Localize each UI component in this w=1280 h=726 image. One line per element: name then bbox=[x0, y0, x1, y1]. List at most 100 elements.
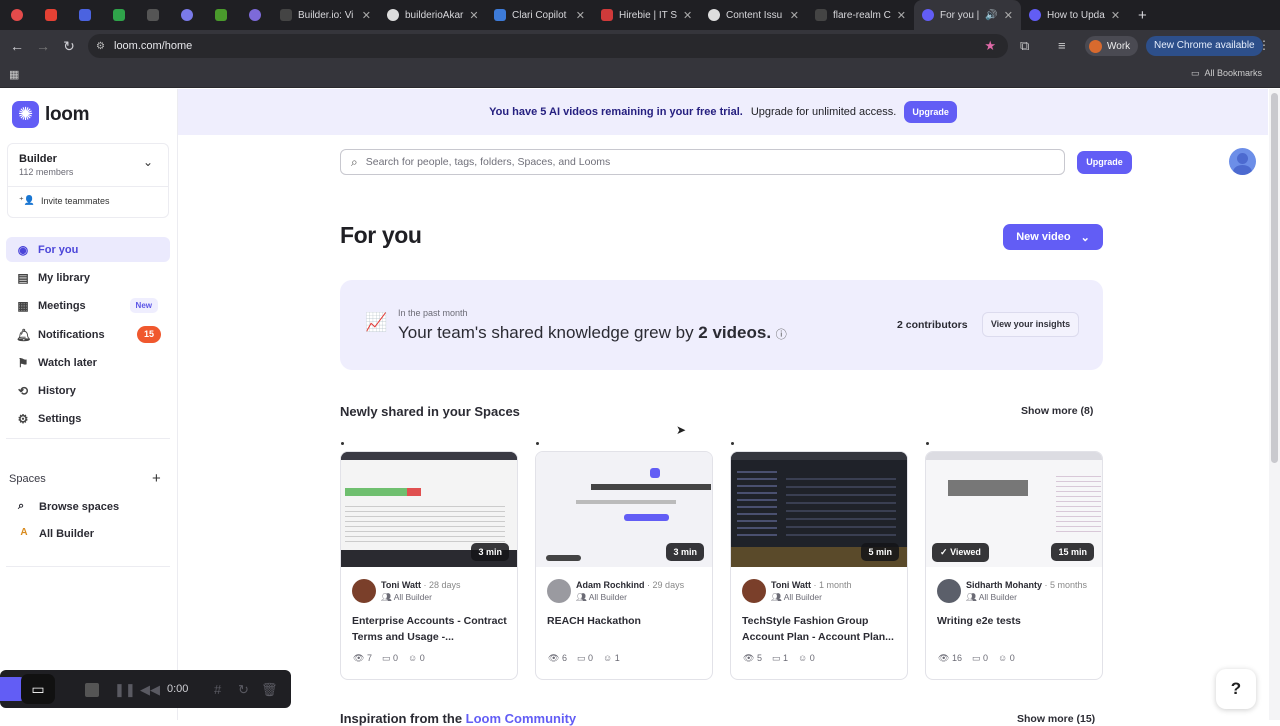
video-card[interactable]: 3 min Adam Rochkind · 29 days 👥︎ All Bui… bbox=[535, 451, 713, 680]
loom-community-link[interactable]: Loom Community bbox=[466, 711, 577, 726]
add-space-icon[interactable]: + bbox=[152, 470, 161, 487]
tab-clari[interactable]: Clari Copilot ✕ bbox=[486, 0, 593, 30]
camera-icon[interactable]: ▭ bbox=[21, 674, 55, 704]
video-card[interactable]: 3 min Toni Watt · 28 days 👥︎ All Builder… bbox=[340, 451, 518, 680]
tab-pinned-2[interactable] bbox=[34, 0, 68, 30]
show-more-button[interactable]: Show more (8) bbox=[1021, 405, 1093, 417]
card-checkbox[interactable] bbox=[731, 442, 734, 445]
card-title[interactable]: TechStyle Fashion Group Account Plan - A… bbox=[742, 613, 900, 645]
tab-close-icon[interactable]: ✕ bbox=[897, 9, 906, 22]
tab-github[interactable]: builderioAkar ✕ bbox=[379, 0, 486, 30]
back-arrow-icon[interactable]: ← bbox=[4, 38, 30, 54]
speaker-icon[interactable]: 🔊 bbox=[985, 10, 997, 21]
video-card[interactable]: 5 min Toni Watt · 1 month 👥︎ All Builder… bbox=[730, 451, 908, 680]
grid-icon[interactable]: # bbox=[214, 682, 221, 697]
extensions-icon[interactable]: ⧉ bbox=[1020, 38, 1029, 54]
tab-close-icon[interactable]: ✕ bbox=[362, 9, 371, 22]
tab-pinned-5[interactable] bbox=[136, 0, 170, 30]
loom-logo[interactable]: ✺ loom bbox=[12, 101, 89, 128]
invite-teammates-button[interactable]: ⁺👤 Invite teammates bbox=[19, 195, 110, 206]
tab-builder-io[interactable]: Builder.io: Vi ✕ bbox=[272, 0, 379, 30]
tab-how-to-update[interactable]: How to Upda ✕ bbox=[1021, 0, 1128, 30]
tab-pinned-3[interactable] bbox=[68, 0, 102, 30]
space-all-builder[interactable]: A All Builder bbox=[18, 527, 94, 541]
show-more-inspiration-button[interactable]: Show more (15) bbox=[1017, 713, 1095, 725]
tab-for-you[interactable]: For you | 🔊 ✕ bbox=[914, 0, 1021, 30]
trash-icon[interactable]: 🗑︎ bbox=[261, 682, 278, 698]
space-name[interactable]: All Builder bbox=[784, 592, 822, 602]
help-button[interactable]: ? bbox=[1216, 669, 1256, 709]
views-stat: 👁︎ 16 bbox=[938, 653, 962, 663]
sidebar-item-my-library[interactable]: ▤ My library bbox=[6, 265, 170, 290]
tab-close-icon[interactable]: ✕ bbox=[790, 9, 799, 22]
tab-pinned-6[interactable] bbox=[170, 0, 204, 30]
author-name[interactable]: Toni Watt bbox=[381, 580, 421, 590]
view-insights-button[interactable]: View your insights bbox=[982, 312, 1079, 337]
chrome-update-button[interactable]: New Chrome available bbox=[1146, 36, 1263, 56]
video-card[interactable]: ✓ Viewed 15 min Sidharth Mohanty · 5 mon… bbox=[925, 451, 1103, 680]
menu-kebab-icon[interactable]: ⋮ bbox=[1258, 38, 1270, 52]
video-thumbnail[interactable]: 3 min bbox=[341, 452, 517, 567]
restart-icon[interactable]: ↻ bbox=[238, 682, 249, 698]
rewind-icon[interactable]: ◀◀ bbox=[140, 682, 160, 698]
sidebar-item-watch-later[interactable]: ⚑ Watch later bbox=[6, 350, 170, 375]
upgrade-button[interactable]: Upgrade bbox=[1077, 151, 1132, 174]
sidebar-item-for-you[interactable]: ◉ For you bbox=[6, 237, 170, 262]
tab-close-icon[interactable]: ✕ bbox=[469, 9, 478, 22]
all-bookmarks-button[interactable]: ▭ All Bookmarks bbox=[1191, 68, 1262, 79]
tab-flare-realm[interactable]: flare-realm C ✕ bbox=[807, 0, 914, 30]
tab-close-icon[interactable]: ✕ bbox=[683, 9, 692, 22]
scrollbar[interactable] bbox=[1269, 89, 1280, 720]
tab-hirebie[interactable]: Hirebie | IT S ✕ bbox=[593, 0, 700, 30]
new-tab-button[interactable]: + bbox=[1128, 0, 1157, 30]
site-info-icon[interactable]: ⚙ bbox=[96, 41, 105, 52]
stop-icon[interactable] bbox=[85, 683, 99, 697]
browse-spaces-item[interactable]: ⌕ Browse spaces bbox=[18, 500, 119, 513]
card-title[interactable]: Writing e2e tests bbox=[937, 613, 1095, 629]
card-checkbox[interactable] bbox=[341, 442, 344, 445]
card-title[interactable]: Enterprise Accounts - Contract Terms and… bbox=[352, 613, 510, 645]
video-thumbnail[interactable]: 5 min bbox=[731, 452, 907, 567]
tab-close-icon[interactable]: ✕ bbox=[1111, 9, 1120, 22]
author-name[interactable]: Toni Watt bbox=[771, 580, 811, 590]
views-stat: 👁︎ 7 bbox=[353, 653, 372, 663]
bookmark-star-icon[interactable]: ★ bbox=[984, 38, 996, 54]
chevron-down-icon[interactable]: ⌄ bbox=[143, 155, 153, 169]
forward-arrow-icon[interactable]: → bbox=[30, 38, 56, 54]
tab-pinned-7[interactable] bbox=[204, 0, 238, 30]
tab-pinned-1[interactable] bbox=[0, 0, 34, 30]
video-thumbnail[interactable]: ✓ Viewed 15 min bbox=[926, 452, 1102, 567]
pause-icon[interactable]: ❚❚ bbox=[114, 682, 136, 698]
workspace-switcher[interactable]: Builder 112 members ⌄ ⁺👤 Invite teammates bbox=[7, 143, 169, 218]
video-thumbnail[interactable]: 3 min bbox=[536, 452, 712, 567]
author-name[interactable]: Sidharth Mohanty bbox=[966, 580, 1042, 590]
apps-grid-icon[interactable]: ▦ bbox=[9, 68, 19, 81]
sidebar-item-notifications[interactable]: 🔔︎ Notifications 15 bbox=[6, 322, 170, 347]
banner-upgrade-button[interactable]: Upgrade bbox=[904, 101, 957, 123]
reload-icon[interactable]: ↻ bbox=[56, 38, 82, 55]
space-name[interactable]: All Builder bbox=[979, 592, 1017, 602]
card-checkbox[interactable] bbox=[926, 442, 929, 445]
card-checkbox[interactable] bbox=[536, 442, 539, 445]
sidebar-item-meetings[interactable]: ▦ Meetings New bbox=[6, 293, 170, 318]
sidebar-item-history[interactable]: ⟲ History bbox=[6, 378, 170, 403]
card-stats: 👁︎ 7 ▭ 0 ☺ 0 bbox=[353, 653, 425, 664]
author-name[interactable]: Adam Rochkind bbox=[576, 580, 645, 590]
media-controls-icon[interactable]: ≡ bbox=[1058, 38, 1066, 53]
tab-pinned-4[interactable] bbox=[102, 0, 136, 30]
sidebar-item-settings[interactable]: ⚙ Settings bbox=[6, 406, 170, 431]
card-author: Toni Watt · 28 days bbox=[381, 580, 461, 590]
new-video-button[interactable]: New video ⌄ bbox=[1003, 224, 1103, 250]
tab-content-issue[interactable]: Content Issu ✕ bbox=[700, 0, 807, 30]
search-input[interactable]: ⌕ Search for people, tags, folders, Spac… bbox=[340, 149, 1065, 175]
info-icon[interactable]: ⓘ bbox=[776, 329, 787, 341]
space-name[interactable]: All Builder bbox=[589, 592, 627, 602]
address-bar[interactable]: ⚙ loom.com/home ★ bbox=[88, 34, 1008, 58]
avatar[interactable] bbox=[1229, 148, 1256, 175]
tab-close-icon[interactable]: ✕ bbox=[576, 9, 585, 22]
tab-pinned-8[interactable] bbox=[238, 0, 272, 30]
card-title[interactable]: REACH Hackathon bbox=[547, 613, 705, 629]
tab-close-icon[interactable]: ✕ bbox=[1004, 9, 1013, 22]
profile-chip[interactable]: Work bbox=[1085, 36, 1139, 56]
space-name[interactable]: All Builder bbox=[394, 592, 432, 602]
